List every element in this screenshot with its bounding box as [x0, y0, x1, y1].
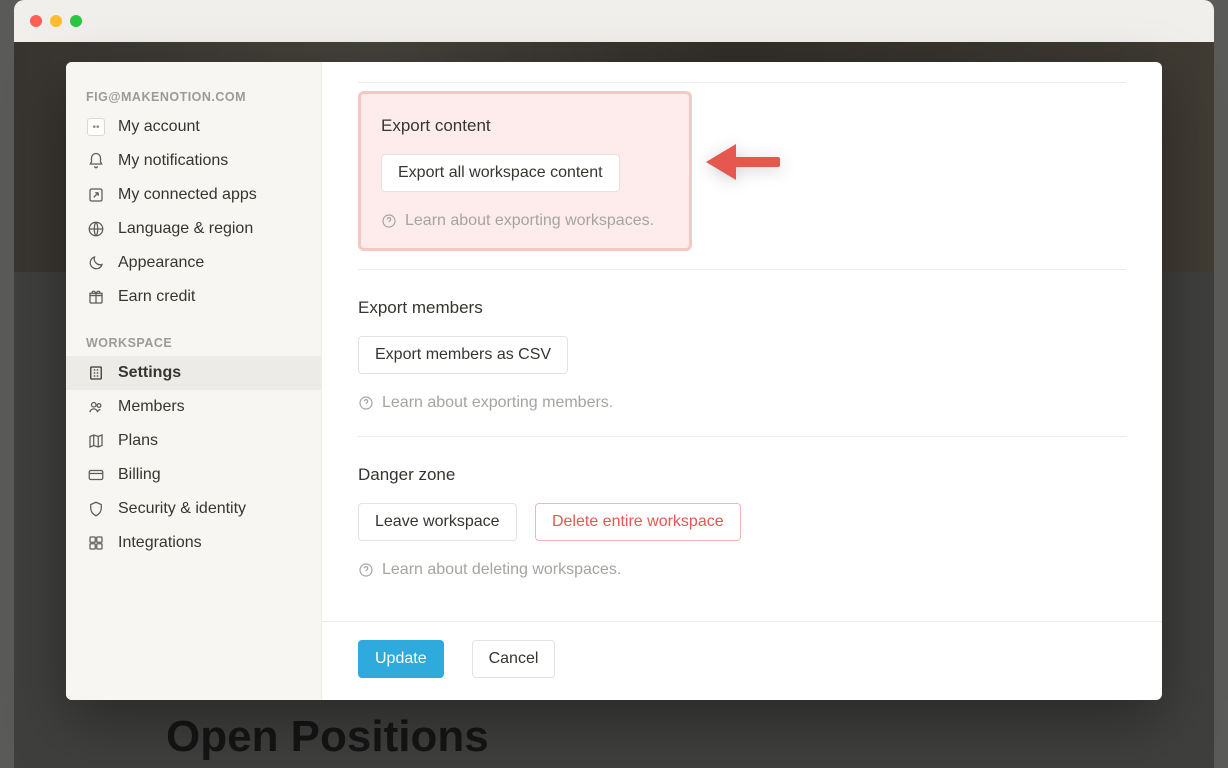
sidebar-item-appearance[interactable]: Appearance [66, 246, 321, 280]
minimize-window-button[interactable] [50, 15, 62, 27]
sidebar-item-label: Appearance [118, 254, 204, 272]
help-export-members[interactable]: Learn about exporting members. [358, 394, 1126, 412]
sidebar-item-language-region[interactable]: Language & region [66, 212, 321, 246]
sidebar-item-integrations[interactable]: Integrations [66, 526, 321, 560]
close-window-button[interactable] [30, 15, 42, 27]
help-text: Learn about exporting workspaces. [405, 212, 654, 230]
sidebar-item-label: Earn credit [118, 288, 195, 306]
settings-content: Export content Export all workspace cont… [322, 62, 1162, 700]
sidebar-item-label: My notifications [118, 152, 228, 170]
shield-icon [86, 499, 106, 519]
export-members-csv-button[interactable]: Export members as CSV [358, 336, 568, 374]
update-button[interactable]: Update [358, 640, 444, 678]
globe-icon [86, 219, 106, 239]
grid-arrow-icon [86, 185, 106, 205]
help-text: Learn about deleting workspaces. [382, 561, 621, 579]
sidebar-item-my-account[interactable]: •• My account [66, 110, 321, 144]
section-title-export-content: Export content [381, 116, 669, 136]
callout-arrow [706, 140, 780, 184]
people-icon [86, 397, 106, 417]
sidebar-item-billing[interactable]: Billing [66, 458, 321, 492]
cancel-button[interactable]: Cancel [472, 640, 556, 678]
sidebar-item-label: Billing [118, 466, 161, 484]
modal-footer: Update Cancel [322, 621, 1162, 700]
settings-sidebar: FIG@MAKENOTION.COM •• My account My noti… [66, 62, 322, 700]
sidebar-item-members[interactable]: Members [66, 390, 321, 424]
divider [358, 82, 1126, 83]
sidebar-item-label: My account [118, 118, 200, 136]
export-content-highlight: Export content Export all workspace cont… [358, 91, 692, 251]
help-icon [358, 395, 374, 411]
sidebar-item-my-notifications[interactable]: My notifications [66, 144, 321, 178]
gift-icon [86, 287, 106, 307]
help-icon [381, 213, 397, 229]
help-delete-workspaces[interactable]: Learn about deleting workspaces. [358, 561, 1126, 579]
zoom-window-button[interactable] [70, 15, 82, 27]
card-icon [86, 465, 106, 485]
section-title-export-members: Export members [358, 298, 1126, 318]
building-icon [86, 363, 106, 383]
traffic-lights [30, 15, 82, 27]
sidebar-item-label: Language & region [118, 220, 253, 238]
leave-workspace-button[interactable]: Leave workspace [358, 503, 517, 541]
delete-workspace-button[interactable]: Delete entire workspace [535, 503, 741, 541]
mac-titlebar [14, 0, 1214, 42]
sidebar-section-workspace: WORKSPACE [66, 332, 321, 356]
sidebar-item-label: Plans [118, 432, 158, 450]
sidebar-item-settings[interactable]: Settings [66, 356, 321, 390]
map-icon [86, 431, 106, 451]
sidebar-section-account: FIG@MAKENOTION.COM [66, 86, 321, 110]
sidebar-item-label: Settings [118, 364, 181, 382]
sidebar-item-label: Security & identity [118, 500, 246, 518]
help-text: Learn about exporting members. [382, 394, 613, 412]
sidebar-item-plans[interactable]: Plans [66, 424, 321, 458]
settings-modal: FIG@MAKENOTION.COM •• My account My noti… [66, 62, 1162, 700]
help-icon [358, 562, 374, 578]
avatar-icon: •• [86, 117, 106, 137]
sidebar-item-connected-apps[interactable]: My connected apps [66, 178, 321, 212]
section-danger-zone: Danger zone Leave workspace Delete entir… [358, 437, 1126, 603]
sidebar-item-security-identity[interactable]: Security & identity [66, 492, 321, 526]
sidebar-item-label: Integrations [118, 534, 202, 552]
section-export-members: Export members Export members as CSV Lea… [358, 270, 1126, 436]
help-export-workspaces[interactable]: Learn about exporting workspaces. [381, 212, 669, 230]
tiles-icon [86, 533, 106, 553]
sidebar-item-label: My connected apps [118, 186, 257, 204]
export-all-workspace-content-button[interactable]: Export all workspace content [381, 154, 620, 192]
sidebar-item-earn-credit[interactable]: Earn credit [66, 280, 321, 314]
sidebar-item-label: Members [118, 398, 185, 416]
moon-icon [86, 253, 106, 273]
bell-icon [86, 151, 106, 171]
section-title-danger-zone: Danger zone [358, 465, 1126, 485]
